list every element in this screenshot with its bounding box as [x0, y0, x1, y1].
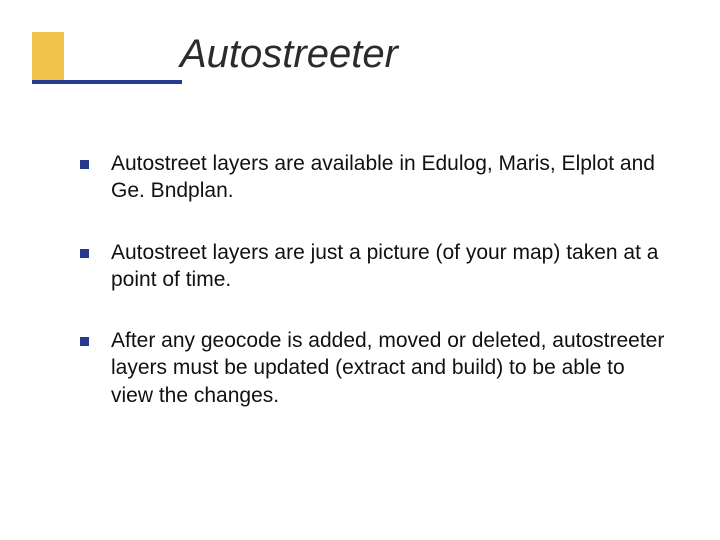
accent-bar	[32, 32, 64, 80]
square-bullet-icon	[80, 249, 89, 258]
slide-body: Autostreet layers are available in Edulo…	[80, 150, 670, 443]
list-item: After any geocode is added, moved or del…	[80, 327, 670, 409]
accent-underline	[32, 80, 182, 84]
square-bullet-icon	[80, 337, 89, 346]
list-item: Autostreet layers are available in Edulo…	[80, 150, 670, 205]
list-item: Autostreet layers are just a picture (of…	[80, 239, 670, 294]
slide: Autostreeter Autostreet layers are avail…	[0, 0, 720, 540]
bullet-text: Autostreet layers are just a picture (of…	[111, 239, 670, 294]
slide-title: Autostreeter	[180, 32, 680, 76]
bullet-text: Autostreet layers are available in Edulo…	[111, 150, 670, 205]
bullet-text: After any geocode is added, moved or del…	[111, 327, 670, 409]
square-bullet-icon	[80, 160, 89, 169]
